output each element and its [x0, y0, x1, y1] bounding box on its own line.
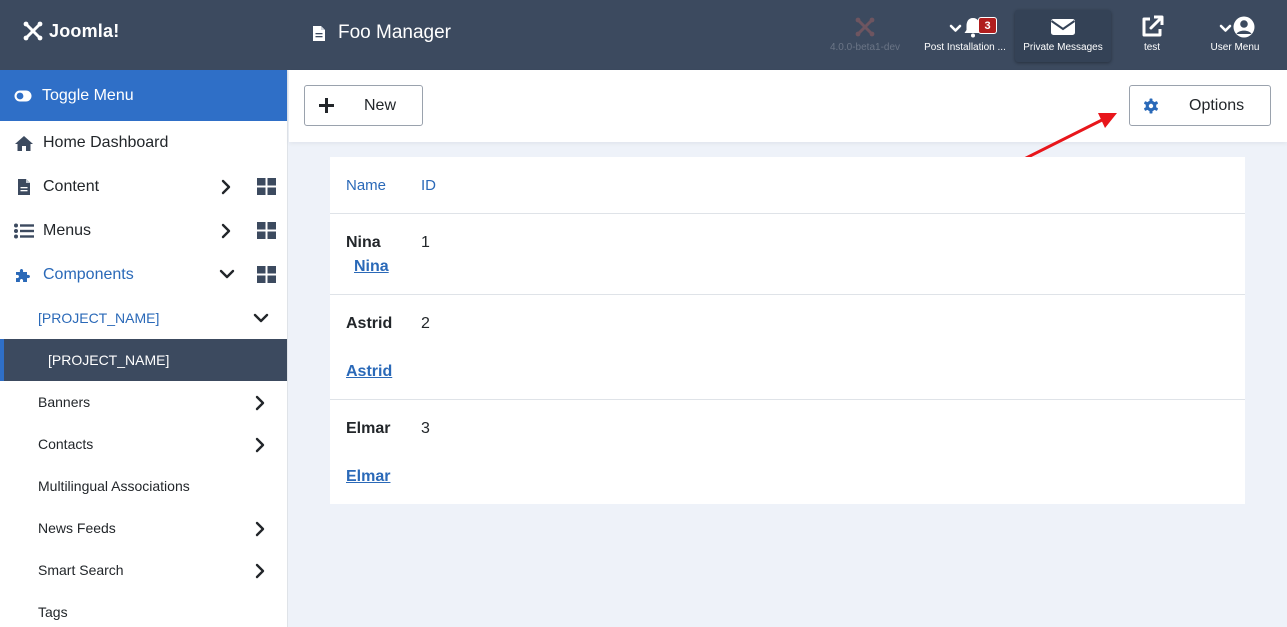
- sidebar-item-label: Content: [43, 178, 100, 195]
- toggle-menu-button[interactable]: Toggle Menu: [0, 70, 287, 121]
- file-icon: [18, 179, 30, 195]
- view-site-button[interactable]: test: [1126, 12, 1178, 62]
- row-divider: [330, 213, 1245, 214]
- chevron-user-icon: [1219, 16, 1255, 38]
- chevron-right-icon[interactable]: [253, 521, 267, 537]
- sidebar-subitem-label: Smart Search: [38, 562, 124, 578]
- page-title-text: Foo Manager: [338, 22, 452, 43]
- user-menu-label: User Menu: [1210, 42, 1260, 53]
- dashboard-grid-icon[interactable]: [257, 266, 276, 283]
- sidebar-subitem-project-group[interactable]: [PROJECT_NAME]: [0, 297, 287, 339]
- cell-name: Nina: [346, 234, 381, 251]
- sidebar-subitem-label: Banners: [38, 394, 91, 410]
- chevron-right-icon[interactable]: [219, 223, 233, 239]
- document-icon: [313, 25, 325, 41]
- cell-id: 1: [421, 234, 430, 251]
- row-divider: [330, 399, 1245, 400]
- sidebar-subitem-contacts[interactable]: Contacts: [0, 423, 287, 465]
- chevron-right-icon[interactable]: [253, 437, 267, 453]
- item-edit-link[interactable]: Nina: [354, 258, 389, 276]
- sidebar-subitem-news-feeds[interactable]: News Feeds: [0, 507, 287, 549]
- logo-text: Joomla!: [49, 20, 120, 41]
- site-label: test: [1143, 42, 1161, 53]
- options-button-label: Options: [1189, 97, 1245, 114]
- sidebar-item-menus[interactable]: Menus: [0, 209, 287, 253]
- sidebar-subitem-banners[interactable]: Banners: [0, 381, 287, 423]
- version-label: 4.0.0-beta1-dev: [829, 42, 901, 53]
- sidebar-item-label: Components: [43, 266, 134, 283]
- sidebar-subitem-tags[interactable]: Tags: [0, 591, 287, 627]
- sidebar-item-home-dashboard[interactable]: Home Dashboard: [0, 121, 287, 165]
- toggle-menu-label: Toggle Menu: [42, 86, 134, 104]
- sidebar: Toggle Menu Home Dashboard Content Menus…: [0, 70, 288, 627]
- private-messages-button[interactable]: Private Messages: [1015, 12, 1111, 62]
- sidebar-subitem-label: Contacts: [38, 436, 94, 452]
- sidebar-subitem-label: [PROJECT_NAME]: [38, 310, 160, 326]
- list-icon: [14, 223, 34, 239]
- sidebar-subitem-label: Tags: [38, 604, 68, 620]
- notification-count-badge: 3: [978, 17, 997, 34]
- chevron-right-icon[interactable]: [253, 395, 267, 411]
- plus-icon: [319, 98, 334, 113]
- chevron-right-icon[interactable]: [219, 179, 233, 195]
- joomla-version-icon: [855, 17, 875, 37]
- dashboard-grid-icon[interactable]: [257, 178, 276, 195]
- items-table: Name ID Nina 1 Nina Astrid 2 Astrid Elma…: [330, 157, 1245, 504]
- cell-name: Astrid: [346, 315, 393, 332]
- cell-name: Elmar: [346, 420, 391, 437]
- sidebar-item-components[interactable]: Components: [0, 253, 287, 297]
- row-divider: [330, 294, 1245, 295]
- external-link-icon: [1142, 15, 1164, 37]
- item-edit-link[interactable]: Astrid: [346, 363, 392, 381]
- sidebar-item-content[interactable]: Content: [0, 165, 287, 209]
- header-bar: Joomla! Foo Manager 4.0.0-beta1-dev Post…: [0, 0, 1287, 70]
- column-header-name[interactable]: Name: [346, 177, 386, 194]
- chevron-right-icon[interactable]: [253, 563, 267, 579]
- sidebar-item-label: Menus: [43, 222, 92, 239]
- new-button-label: New: [364, 97, 397, 114]
- home-icon: [15, 135, 33, 151]
- column-header-id[interactable]: ID: [421, 177, 436, 194]
- toolbar: New Options: [289, 70, 1287, 142]
- sidebar-item-label: Home Dashboard: [43, 134, 169, 151]
- item-edit-link[interactable]: Elmar: [346, 468, 390, 486]
- envelope-icon: [1050, 19, 1076, 35]
- private-messages-label: Private Messages: [1023, 42, 1103, 53]
- dashboard-grid-icon[interactable]: [257, 222, 276, 239]
- version-item[interactable]: 4.0.0-beta1-dev: [826, 12, 904, 62]
- chevron-down-icon[interactable]: [253, 311, 269, 325]
- sidebar-subitem-smart-search[interactable]: Smart Search: [0, 549, 287, 591]
- chevron-down-icon[interactable]: [219, 267, 235, 281]
- post-installation-label: Post Installation ...: [924, 42, 1006, 53]
- options-button[interactable]: Options: [1129, 85, 1271, 126]
- sidebar-subitem-multilingual-associations[interactable]: Multilingual Associations: [0, 465, 287, 507]
- cell-id: 2: [421, 315, 430, 332]
- toggle-icon: [14, 90, 32, 101]
- sidebar-subitem-label: [PROJECT_NAME]: [48, 352, 170, 368]
- joomla-logo[interactable]: Joomla!: [22, 20, 119, 42]
- joomla-icon: [23, 21, 43, 41]
- puzzle-icon: [16, 269, 30, 282]
- sidebar-subitem-project-active[interactable]: [PROJECT_NAME]: [0, 339, 287, 381]
- sidebar-subitem-label: News Feeds: [38, 520, 116, 536]
- cell-id: 3: [421, 420, 430, 437]
- user-menu-button[interactable]: User Menu: [1200, 12, 1270, 62]
- gear-icon: [1144, 98, 1158, 114]
- sidebar-subitem-label: Multilingual Associations: [38, 478, 190, 494]
- page-title: Foo Manager: [312, 22, 451, 44]
- new-button[interactable]: New: [304, 85, 423, 126]
